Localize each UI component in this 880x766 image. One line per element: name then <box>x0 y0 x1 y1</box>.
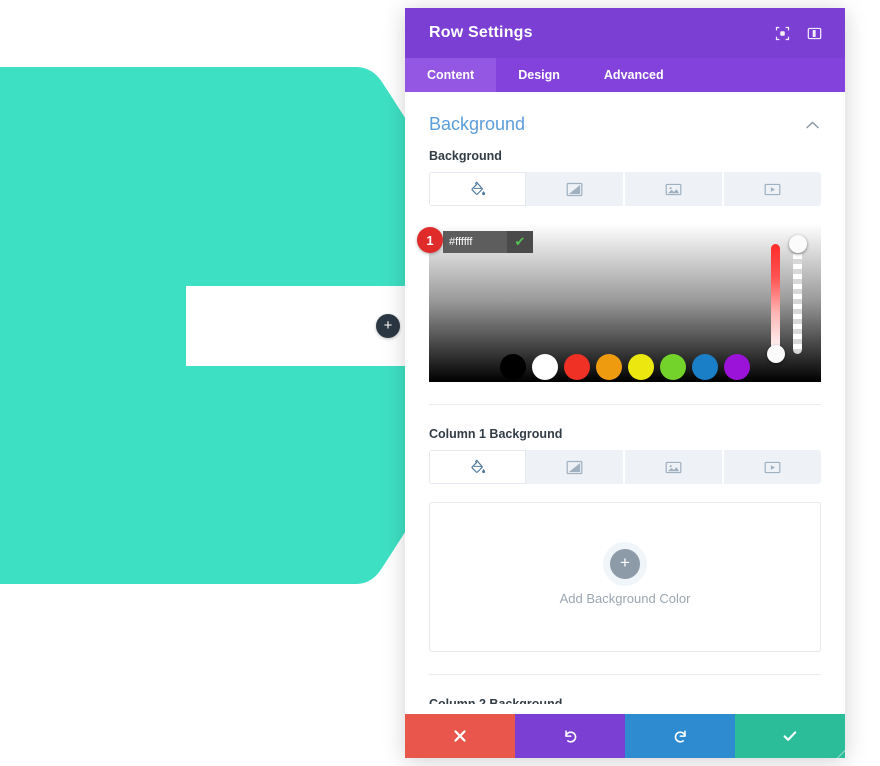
swatch-yellow[interactable] <box>628 354 654 380</box>
column-2-background-label: Column 2 Background <box>429 697 563 711</box>
swatch-blue[interactable] <box>692 354 718 380</box>
modal-footer <box>405 714 845 758</box>
modal-body[interactable]: Background Background 1 #ffffff ✔ Column… <box>405 92 845 714</box>
add-background-plus-glyph: + <box>620 553 630 572</box>
swatch-purple[interactable] <box>724 354 750 380</box>
redo-button[interactable] <box>625 714 735 758</box>
tab-design[interactable]: Design <box>496 58 582 92</box>
expand-view-icon[interactable] <box>769 20 795 46</box>
background-field: Background <box>429 149 821 210</box>
add-background-color-dropzone[interactable]: + Add Background Color <box>429 502 821 652</box>
swatch-black[interactable] <box>500 354 526 380</box>
background-section-header[interactable]: Background <box>429 92 821 149</box>
column-1-background-image-tab[interactable] <box>625 450 725 484</box>
split-view-icon[interactable] <box>801 20 827 46</box>
undo-button[interactable] <box>515 714 625 758</box>
chevron-up-icon[interactable] <box>803 116 821 134</box>
background-color-tab[interactable] <box>429 172 527 206</box>
background-field-label: Background <box>429 149 502 163</box>
modal-tab-bar: Content Design Advanced <box>405 58 845 92</box>
hex-color-input[interactable] <box>443 231 507 253</box>
step-badge-1: 1 <box>417 227 443 253</box>
modal-resize-handle[interactable] <box>828 741 845 758</box>
row-settings-modal: Row Settings Content Design Advanced Bac… <box>405 8 845 758</box>
alpha-slider-handle[interactable] <box>788 235 807 253</box>
swatch-white[interactable] <box>532 354 558 380</box>
column-1-background-video-tab[interactable] <box>724 450 821 484</box>
add-background-color-label: Add Background Color <box>559 590 691 606</box>
tab-advanced[interactable]: Advanced <box>582 58 686 92</box>
column-1-background-color-tab[interactable] <box>429 450 527 484</box>
column-1-background-gradient-tab[interactable] <box>526 450 626 484</box>
alpha-slider[interactable] <box>788 235 807 354</box>
background-video-tab[interactable] <box>724 172 821 206</box>
page-title: Row Settings <box>429 24 533 41</box>
section-title: Background <box>429 114 526 134</box>
hex-confirm-button[interactable]: ✔ <box>507 231 533 253</box>
hex-color-field: ✔ <box>443 231 533 253</box>
add-background-color-icon[interactable]: + <box>610 548 640 579</box>
column-1-background-type-selector <box>429 450 821 484</box>
background-type-selector <box>429 172 821 206</box>
swatch-orange[interactable] <box>596 354 622 380</box>
add-module-plus-glyph: + <box>383 316 393 334</box>
hue-slider-handle[interactable] <box>766 345 785 363</box>
background-image-tab[interactable] <box>625 172 725 206</box>
preset-swatches <box>429 354 821 380</box>
swatch-green[interactable] <box>660 354 686 380</box>
swatch-red[interactable] <box>564 354 590 380</box>
color-picker[interactable]: 1 ✔ <box>417 224 821 382</box>
discard-changes-button[interactable] <box>405 714 515 758</box>
modal-titlebar: Row Settings <box>405 8 845 58</box>
hue-slider[interactable] <box>766 244 785 363</box>
column-1-background-field: Column 1 Background <box>429 427 821 488</box>
background-gradient-tab[interactable] <box>526 172 626 206</box>
add-module-button[interactable]: + <box>376 314 400 338</box>
column-1-background-label: Column 1 Background <box>429 427 563 441</box>
column-2-background-field: Column 2 Background <box>429 697 821 714</box>
tab-content[interactable]: Content <box>405 58 497 92</box>
